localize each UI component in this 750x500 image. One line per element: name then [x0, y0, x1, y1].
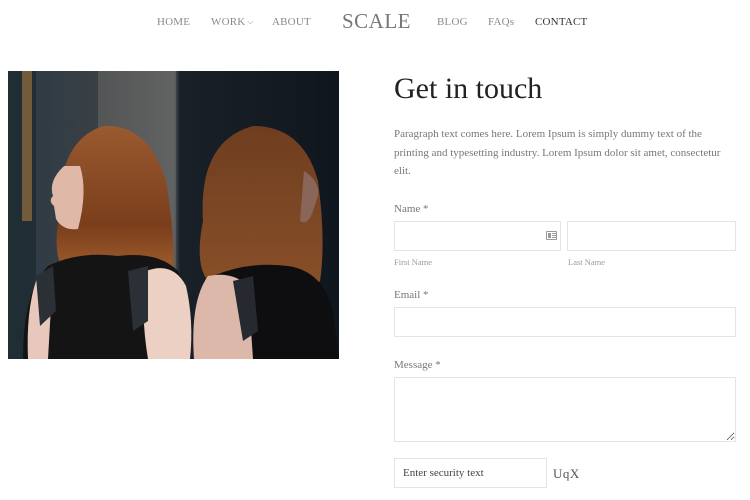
- last-name-input[interactable]: [567, 221, 736, 251]
- nav-contact[interactable]: CONTACT: [535, 16, 587, 28]
- first-name-input[interactable]: [394, 221, 561, 251]
- nav-home[interactable]: HOME: [157, 16, 190, 28]
- nav-about[interactable]: ABOUT: [272, 16, 311, 28]
- first-name-sublabel: First Name: [394, 257, 433, 267]
- name-label: Name *: [394, 203, 429, 215]
- email-input[interactable]: [394, 307, 736, 337]
- chevron-down-icon: ⌵: [247, 17, 254, 26]
- site-logo[interactable]: SCALE: [342, 9, 411, 34]
- security-text-input[interactable]: [394, 458, 547, 488]
- site-header: HOME WORK ⌵ ABOUT SCALE BLOG FAQs CONTACT: [0, 0, 750, 44]
- intro-paragraph: Paragraph text comes here. Lorem Ipsum i…: [394, 128, 721, 177]
- email-label: Email *: [394, 289, 429, 301]
- captcha-text: UqX: [553, 466, 580, 481]
- nav-blog[interactable]: BLOG: [437, 16, 468, 28]
- page-title: Get in touch: [394, 72, 543, 105]
- nav-faqs[interactable]: FAQs: [488, 16, 514, 28]
- contact-card-icon[interactable]: [546, 231, 557, 240]
- message-label: Message *: [394, 359, 441, 371]
- last-name-sublabel: Last Name: [568, 257, 606, 267]
- nav-work[interactable]: WORK ⌵: [211, 16, 254, 28]
- hero-image: [8, 71, 339, 359]
- hero-photo: [8, 71, 339, 359]
- message-textarea[interactable]: [394, 377, 736, 442]
- nav-work-label: WORK: [211, 16, 246, 28]
